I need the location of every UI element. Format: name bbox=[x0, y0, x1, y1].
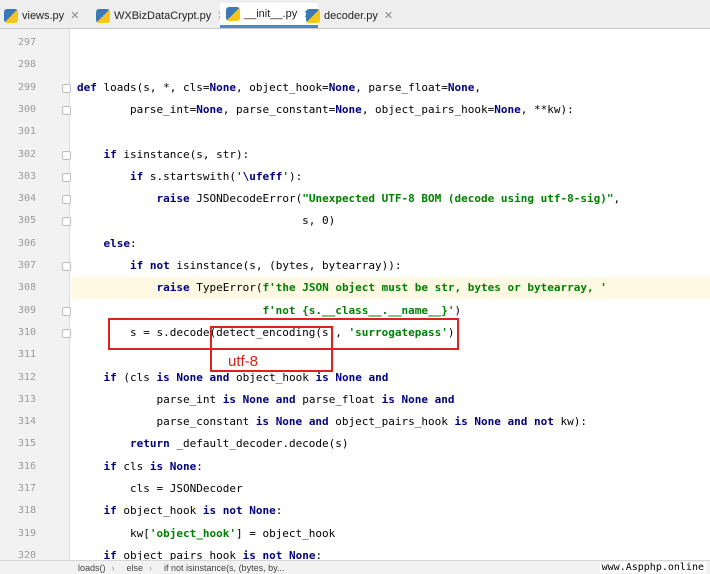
annotation-label: utf-8 bbox=[228, 353, 259, 370]
tab-label: decoder.py bbox=[324, 9, 378, 22]
code-line: s, 0) bbox=[77, 214, 336, 228]
line-number: 319 bbox=[17, 527, 36, 539]
code-line: if isinstance(s, str): bbox=[103, 147, 250, 161]
code-line: raise TypeError(f'the JSON object must b… bbox=[156, 281, 607, 295]
fold-marker-icon[interactable] bbox=[62, 328, 71, 338]
tab-label: WXBizDataCrypt.py bbox=[114, 9, 212, 22]
line-number: 314 bbox=[17, 416, 36, 428]
editor-tab-bar: views.py ✕ WXBizDataCrypt.py ✕ __init__.… bbox=[0, 0, 710, 29]
code-line: raise JSONDecodeError("Unexpected UTF-8 … bbox=[156, 192, 621, 206]
breadcrumb-item[interactable]: loads() bbox=[78, 563, 106, 573]
python-file-icon bbox=[226, 7, 240, 21]
fold-marker-icon[interactable] bbox=[62, 105, 71, 115]
python-file-icon bbox=[4, 8, 18, 23]
line-number: 297 bbox=[17, 37, 36, 48]
fold-marker-icon[interactable] bbox=[62, 217, 71, 227]
close-icon[interactable]: ✕ bbox=[70, 9, 79, 22]
line-number: 313 bbox=[17, 393, 36, 405]
code-line: else: bbox=[103, 236, 137, 250]
line-number: 303 bbox=[17, 170, 36, 182]
line-number: 316 bbox=[17, 460, 36, 472]
line-number: 304 bbox=[17, 193, 36, 205]
line-number: 309 bbox=[17, 304, 36, 316]
line-number: 301 bbox=[17, 126, 36, 138]
breadcrumb-item[interactable]: if not isinstance(s, (bytes, by... bbox=[164, 563, 284, 573]
tab-label: views.py bbox=[22, 9, 65, 22]
line-number: 306 bbox=[17, 237, 36, 249]
code-line: def loads(s, *, cls=None, object_hook=No… bbox=[77, 80, 482, 94]
breadcrumb-item[interactable]: else bbox=[127, 563, 144, 573]
breadcrumb-separator-icon: › bbox=[111, 562, 115, 573]
line-number: 312 bbox=[17, 371, 36, 383]
close-icon[interactable]: ✕ bbox=[384, 9, 393, 22]
line-number: 318 bbox=[17, 505, 36, 517]
tab-views-py[interactable]: views.py ✕ bbox=[4, 3, 79, 28]
code-line: if not isinstance(s, (bytes, bytearray))… bbox=[129, 259, 402, 272]
line-number: 300 bbox=[17, 103, 36, 115]
watermark: www.Aspphp.online bbox=[599, 562, 706, 573]
tab-wxbizdatacrypt-py[interactable]: WXBizDataCrypt.py ✕ bbox=[96, 3, 226, 28]
code-line: if object_hook is not None: bbox=[103, 504, 283, 518]
tab-label: __init__.py bbox=[244, 8, 298, 20]
fold-marker-icon[interactable] bbox=[62, 172, 71, 182]
code-line: parse_constant is None and object_pairs_… bbox=[77, 415, 588, 429]
code-line: kw['object_hook'] = object_hook bbox=[77, 526, 336, 540]
tab-decoder-py[interactable]: decoder.py ✕ bbox=[306, 3, 393, 28]
code-line: if s.startswith('\ufeff'): bbox=[129, 169, 303, 183]
line-number: 315 bbox=[17, 438, 36, 450]
line-number: 308 bbox=[17, 282, 36, 294]
line-number: 298 bbox=[17, 59, 36, 71]
code-line: if cls is None: bbox=[103, 459, 203, 473]
code-line: return _default_decoder.decode(s) bbox=[129, 437, 349, 451]
line-number: 307 bbox=[17, 260, 36, 271]
line-number: 305 bbox=[17, 215, 36, 227]
line-number: 302 bbox=[17, 148, 36, 160]
code-line: cls = JSONDecoder bbox=[77, 482, 243, 495]
python-file-icon bbox=[306, 8, 320, 23]
line-number: 311 bbox=[17, 349, 36, 361]
fold-marker-icon[interactable] bbox=[62, 150, 71, 160]
fold-marker-icon[interactable] bbox=[62, 262, 71, 271]
code-line: parse_int is None and parse_float is Non… bbox=[77, 392, 455, 406]
fold-marker-icon[interactable] bbox=[62, 306, 71, 316]
code-line: parse_int=None, parse_constant=None, obj… bbox=[77, 102, 574, 116]
line-number: 299 bbox=[17, 81, 36, 93]
fold-marker-icon[interactable] bbox=[62, 83, 71, 93]
fold-marker-icon[interactable] bbox=[62, 195, 71, 205]
breadcrumb-separator-icon: › bbox=[149, 562, 153, 573]
tab-init-py[interactable]: __init__.py ✕ bbox=[220, 3, 319, 28]
line-number: 310 bbox=[17, 326, 36, 338]
line-number: 317 bbox=[17, 483, 36, 494]
python-file-icon bbox=[96, 8, 110, 23]
